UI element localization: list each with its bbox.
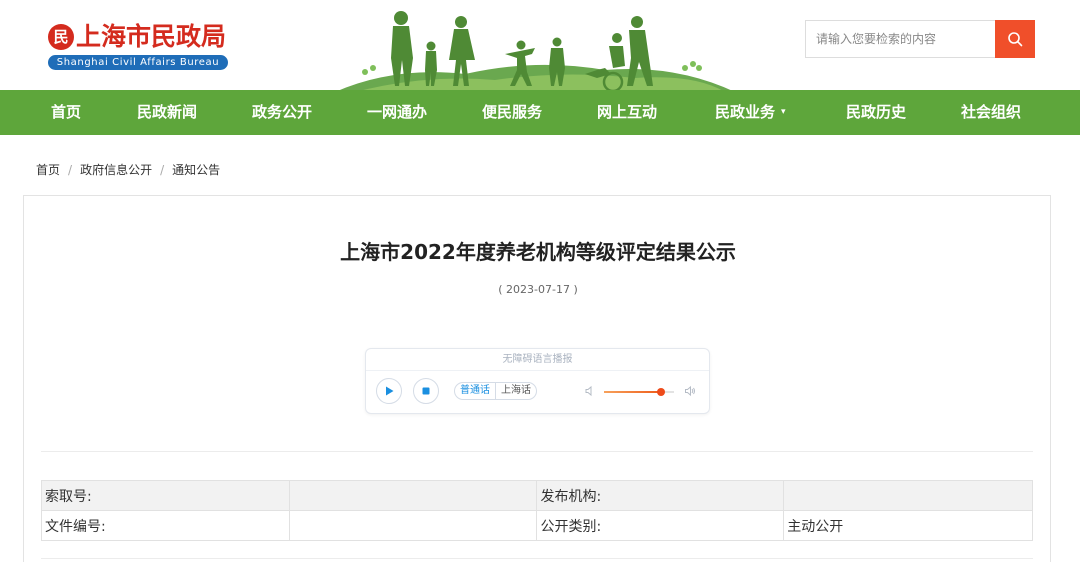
info-value-index-no [288, 480, 538, 511]
search-input[interactable] [805, 20, 995, 58]
lang-shanghainese-option[interactable]: 上海话 [496, 383, 536, 399]
volume-slider[interactable] [604, 388, 674, 396]
main-nav: 首页 民政新闻 政务公开 一网通办 便民服务 网上互动 民政业务 ▾ 民政历史 社… [0, 90, 1080, 135]
nav-item-online-interaction[interactable]: 网上互动 [597, 90, 657, 135]
info-value-disclosure-type: 主动公开 [783, 510, 1033, 541]
breadcrumb-separator: / [160, 163, 165, 177]
article-date: ( 2023-07-17 ) [498, 283, 578, 296]
breadcrumb-separator: / [68, 163, 73, 177]
nav-item-civil-affairs-business[interactable]: 民政业务 ▾ [715, 90, 786, 135]
volume-low-icon[interactable] [584, 385, 596, 397]
info-label-disclosure-type: 公开类别: [536, 510, 785, 541]
search-icon [1008, 32, 1023, 47]
dialect-switch: 普通话 上海话 [454, 382, 537, 400]
play-button[interactable] [376, 378, 402, 404]
stop-button[interactable] [413, 378, 439, 404]
player-title: 无障碍语言播报 [366, 349, 709, 371]
volume-fill [604, 391, 662, 393]
site-logo[interactable]: 民 上海市民政局 Shanghai Civil Affairs Bureau [48, 22, 230, 72]
article-card: 上海市2022年度养老机构等级评定结果公示 ( 2023-07-17 ) 无障碍… [23, 195, 1051, 562]
nav-item-public-affairs[interactable]: 政务公开 [252, 90, 312, 135]
content-divider [41, 558, 1033, 559]
nav-item-home[interactable]: 首页 [51, 90, 81, 135]
logo-title-cn: 上海市民政局 [76, 22, 227, 51]
info-label-index-no: 索取号: [41, 480, 290, 511]
document-info-table: 索取号: 发布机构: 文件编号: 公开类别: 主动公开 [41, 480, 1033, 541]
table-row: 索取号: 发布机构: [41, 480, 1033, 511]
nav-item-news[interactable]: 民政新闻 [137, 90, 197, 135]
nav-item-one-stop-service[interactable]: 一网通办 [367, 90, 427, 135]
play-icon [386, 386, 394, 396]
article-title: 上海市2022年度养老机构等级评定结果公示 [340, 240, 736, 264]
breadcrumb-notices[interactable]: 通知公告 [172, 163, 220, 177]
family-silhouette-banner [335, 11, 735, 92]
content-divider [41, 451, 1033, 452]
volume-knob[interactable] [657, 388, 666, 396]
info-value-document-no [288, 510, 538, 541]
nav-item-history[interactable]: 民政历史 [846, 90, 906, 135]
nav-item-label: 民政业务 [715, 103, 776, 121]
search-button[interactable] [995, 20, 1035, 58]
logo-emblem-icon: 民 [48, 24, 74, 50]
chevron-down-icon: ▾ [781, 107, 786, 117]
nav-item-social-organizations[interactable]: 社会组织 [961, 90, 1021, 135]
volume-high-icon[interactable] [684, 385, 696, 397]
breadcrumb-gov-info[interactable]: 政府信息公开 [80, 163, 152, 177]
nav-item-public-services[interactable]: 便民服务 [482, 90, 542, 135]
info-label-publisher: 发布机构: [536, 480, 785, 511]
info-label-document-no: 文件编号: [41, 510, 290, 541]
table-row: 文件编号: 公开类别: 主动公开 [41, 510, 1033, 541]
info-value-publisher [783, 480, 1033, 511]
site-header: 民 上海市民政局 Shanghai Civil Affairs Bureau [0, 0, 1080, 92]
search-box [805, 20, 1035, 58]
stop-icon [422, 387, 430, 395]
breadcrumb: 首页 / 政府信息公开 / 通知公告 [36, 161, 220, 178]
accessibility-audio-player: 无障碍语言播报 普通话 上海话 [365, 348, 710, 414]
lang-mandarin-option[interactable]: 普通话 [455, 383, 496, 399]
breadcrumb-home[interactable]: 首页 [36, 163, 60, 177]
logo-title-en: Shanghai Civil Affairs Bureau [48, 55, 228, 70]
